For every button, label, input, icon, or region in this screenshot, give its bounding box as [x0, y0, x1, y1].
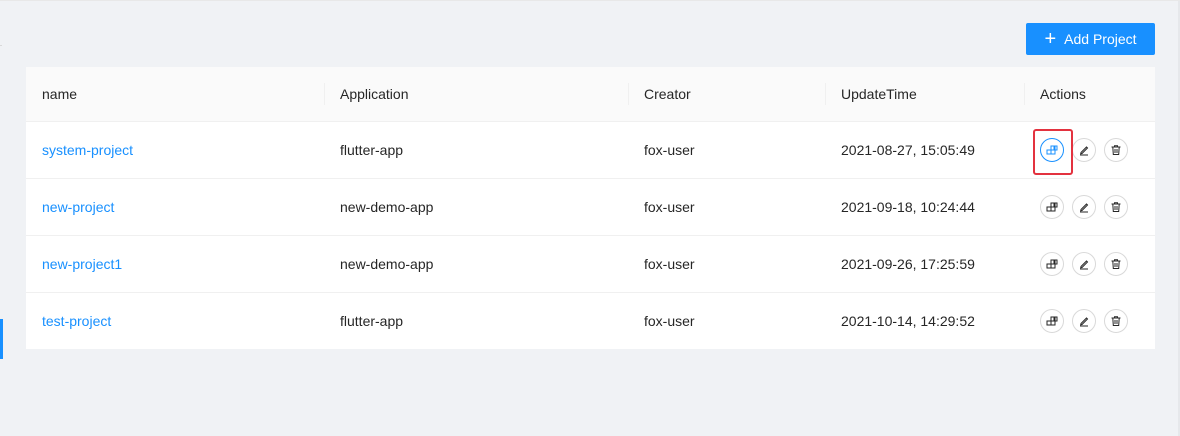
edit-icon: [1080, 317, 1089, 327]
application-cell: new-demo-app: [340, 256, 434, 272]
deploy-icon: [1046, 202, 1058, 212]
update-time-cell: 2021-09-18, 10:24:44: [841, 199, 975, 215]
deploy-button[interactable]: [1040, 252, 1064, 276]
edit-button[interactable]: [1072, 195, 1096, 219]
update-time-cell: 2021-10-14, 14:29:52: [841, 313, 975, 329]
left-divider: [0, 45, 2, 46]
deploy-button[interactable]: [1040, 138, 1064, 162]
nav-active-indicator: [0, 319, 3, 359]
add-project-label: Add Project: [1064, 31, 1137, 47]
table-row: system-project flutter-app fox-user 2021…: [26, 122, 1155, 179]
edit-button[interactable]: [1072, 309, 1096, 333]
column-header-update-time: UpdateTime: [825, 67, 1024, 121]
creator-cell: fox-user: [644, 256, 695, 272]
name-cell: new-project1: [26, 236, 324, 292]
table-row: new-project new-demo-app fox-user 2021-0…: [26, 179, 1155, 236]
update-time-cell: 2021-09-26, 17:25:59: [841, 256, 975, 272]
deploy-button[interactable]: [1040, 309, 1064, 333]
application-cell: new-demo-app: [340, 199, 434, 215]
add-project-button[interactable]: + Add Project: [1026, 23, 1155, 55]
actions-cell: [1024, 122, 1155, 178]
delete-button[interactable]: [1104, 195, 1128, 219]
delete-button[interactable]: [1104, 138, 1128, 162]
application-cell: flutter-app: [340, 313, 404, 329]
delete-icon: [1111, 316, 1121, 326]
project-name-link[interactable]: new-project: [42, 199, 114, 215]
name-cell: system-project: [26, 122, 324, 178]
delete-button[interactable]: [1104, 252, 1128, 276]
projects-table: name Application Creator UpdateTime Acti…: [26, 67, 1155, 349]
table-row: test-project flutter-app fox-user 2021-1…: [26, 293, 1155, 349]
table-header: name Application Creator UpdateTime Acti…: [26, 67, 1155, 122]
edit-icon: [1080, 203, 1089, 213]
project-name-link[interactable]: system-project: [42, 142, 133, 158]
delete-icon: [1111, 259, 1121, 269]
table-row: new-project1 new-demo-app fox-user 2021-…: [26, 236, 1155, 293]
name-cell: test-project: [26, 293, 324, 349]
actions-cell: [1024, 236, 1155, 292]
actions-cell: [1024, 293, 1155, 349]
creator-cell: fox-user: [644, 142, 695, 158]
deploy-button[interactable]: [1040, 195, 1064, 219]
column-header-creator: Creator: [628, 67, 825, 121]
edit-button[interactable]: [1072, 252, 1096, 276]
highlighted-action-wrap: [1033, 129, 1073, 175]
actions-cell: [1024, 179, 1155, 235]
delete-icon: [1111, 145, 1121, 155]
edit-icon: [1080, 260, 1089, 270]
edit-button[interactable]: [1072, 138, 1096, 162]
creator-cell: fox-user: [644, 199, 695, 215]
column-header-name: name: [42, 86, 78, 102]
name-cell: new-project: [26, 179, 324, 235]
column-header-actions: Actions: [1024, 67, 1155, 121]
project-list-page: + Add Project name Application Creator U…: [0, 0, 1180, 436]
delete-icon: [1111, 202, 1121, 212]
deploy-icon: [1046, 145, 1058, 155]
column-header-application: Application: [324, 67, 628, 121]
project-name-link[interactable]: test-project: [42, 313, 111, 329]
update-time-cell: 2021-08-27, 15:05:49: [841, 142, 975, 158]
delete-button[interactable]: [1104, 309, 1128, 333]
deploy-icon: [1046, 316, 1058, 326]
deploy-icon: [1046, 259, 1058, 269]
creator-cell: fox-user: [644, 313, 695, 329]
application-cell: flutter-app: [340, 142, 404, 158]
plus-icon: +: [1044, 28, 1057, 50]
edit-icon: [1080, 146, 1089, 156]
project-name-link[interactable]: new-project1: [42, 256, 122, 272]
